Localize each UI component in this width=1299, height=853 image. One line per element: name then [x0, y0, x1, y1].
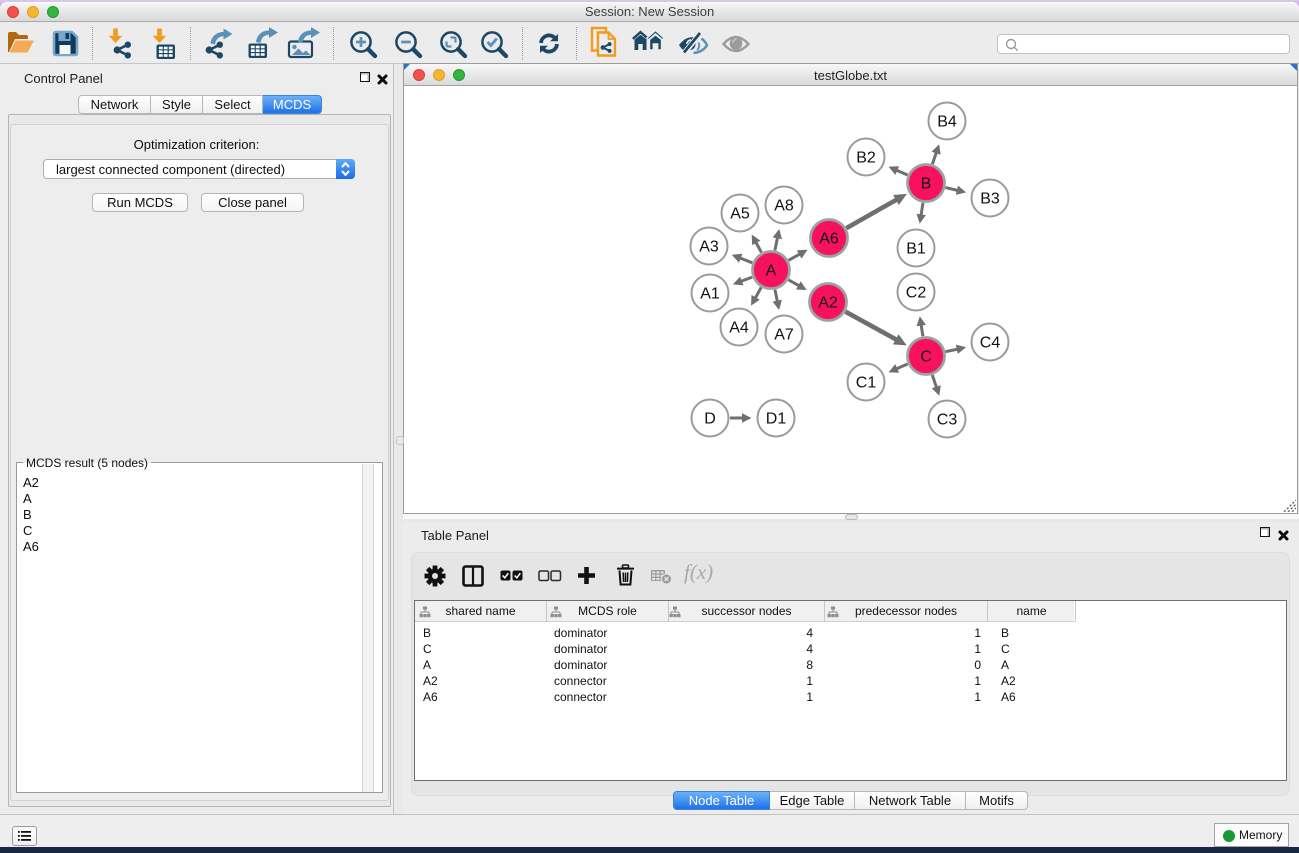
svg-text:D: D — [704, 411, 716, 428]
svg-text:B2: B2 — [856, 150, 876, 167]
svg-text:B4: B4 — [937, 114, 957, 131]
svg-text:C3: C3 — [937, 412, 958, 429]
svg-text:D1: D1 — [766, 411, 787, 428]
svg-text:C: C — [920, 349, 932, 366]
svg-text:C2: C2 — [906, 285, 927, 302]
svg-text:C1: C1 — [856, 375, 877, 392]
svg-text:B3: B3 — [980, 191, 1000, 208]
svg-text:A3: A3 — [699, 239, 719, 256]
svg-text:A5: A5 — [730, 206, 750, 223]
svg-text:A1: A1 — [700, 286, 720, 303]
svg-text:B: B — [921, 176, 932, 193]
svg-text:B1: B1 — [906, 241, 926, 258]
svg-text:A8: A8 — [774, 198, 794, 215]
svg-text:A: A — [766, 263, 777, 280]
svg-text:A4: A4 — [729, 320, 749, 337]
svg-text:f(x): f(x) — [684, 561, 713, 584]
svg-text:C4: C4 — [980, 335, 1001, 352]
svg-text:A7: A7 — [774, 327, 794, 344]
svg-text:A2: A2 — [818, 295, 838, 312]
svg-text:A6: A6 — [819, 231, 839, 248]
